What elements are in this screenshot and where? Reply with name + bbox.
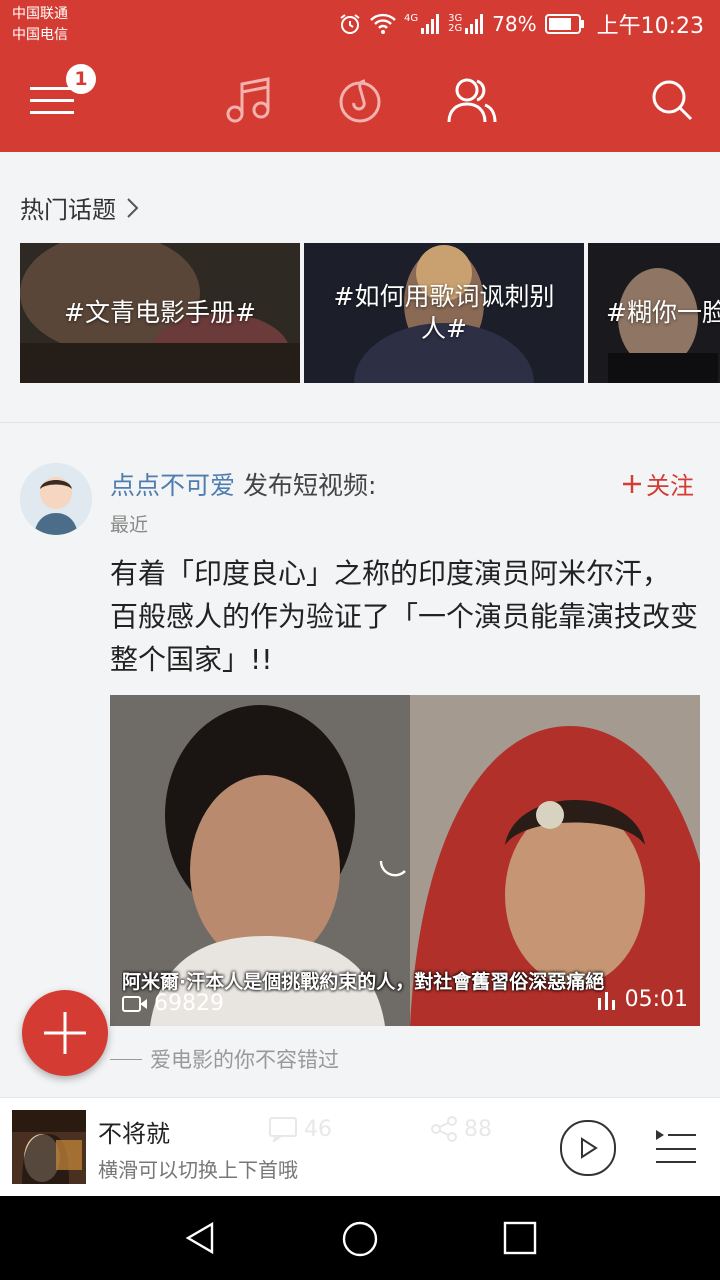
topic-label: #糊你一脸汤: [606, 298, 720, 327]
search-button[interactable]: [644, 72, 700, 128]
tab-discover[interactable]: [332, 72, 388, 128]
album-cover[interactable]: [12, 1110, 86, 1184]
plus-icon: [623, 474, 641, 493]
post-timestamp: 最近: [110, 514, 149, 536]
video-camera-icon: [122, 995, 147, 1012]
app-bar: 中国联通 中国电信 4G 3G 2G 78% 上午10:23 1: [0, 0, 720, 152]
chevron-right-icon: [127, 197, 139, 218]
tab-friends[interactable]: [444, 72, 500, 128]
video-player[interactable]: 阿米爾·汗本人是個挑戰約束的人，對社會舊習俗深惡痛絕 69829 05:01: [110, 695, 700, 1026]
hot-topics-header[interactable]: 热门话题: [20, 190, 140, 225]
mini-player[interactable]: 46 88 不将就 横滑可以切换上下首哦: [0, 1097, 720, 1197]
follow-button[interactable]: 关注: [622, 466, 694, 501]
carrier-info: 中国联通 中国电信: [12, 4, 68, 46]
caption-dash: [110, 1058, 142, 1060]
notification-badge: 1: [66, 64, 96, 94]
ghost-comment-count: 46: [304, 1116, 332, 1142]
loading-spinner-icon: [379, 860, 406, 877]
music-note-icon: [226, 77, 270, 123]
topic-card[interactable]: #如何用歌词讽刺别人#: [304, 243, 584, 383]
menu-icon: [30, 87, 74, 114]
signal-4g-icon: 4G: [404, 14, 440, 34]
video-duration-text: 05:01: [624, 987, 688, 1012]
topic-label: #文青电影手册#: [64, 298, 256, 327]
recents-button[interactable]: [502, 1220, 538, 1260]
ghost-share: 88: [430, 1116, 492, 1142]
netease-music-icon: [339, 79, 381, 123]
network-label-2: 3G 2G: [448, 13, 463, 34]
audio-bars-icon: [597, 991, 615, 1010]
tab-my-music[interactable]: [220, 72, 276, 128]
avatar[interactable]: [20, 463, 92, 535]
alarm-icon: [338, 12, 362, 36]
play-button[interactable]: [560, 1120, 616, 1176]
signal-3g-icon: 3G 2G: [448, 14, 484, 34]
network-label-1: 4G: [404, 13, 419, 24]
video-view-count: 69829: [154, 991, 224, 1016]
comment-icon: [269, 1117, 297, 1142]
status-indicators: 4G 3G 2G 78% 上午10:23: [338, 10, 704, 39]
section-divider: [0, 422, 720, 423]
playlist-icon: [656, 1130, 696, 1163]
post-action: 发布短视频:: [242, 471, 377, 500]
clock: 上午10:23: [596, 14, 704, 39]
carrier-1: 中国联通: [12, 6, 68, 22]
post-username[interactable]: 点点不可爱: [110, 471, 235, 500]
ghost-share-count: 88: [464, 1116, 492, 1142]
topic-card[interactable]: #糊你一脸汤: [588, 243, 720, 383]
hot-topics-title: 热门话题: [20, 196, 116, 224]
post-caption: 爱电影的你不容错过: [110, 1044, 339, 1074]
follow-label: 关注: [646, 472, 694, 500]
friends-icon: [447, 78, 497, 123]
play-icon: [581, 1137, 598, 1159]
back-triangle-icon: [185, 1221, 214, 1255]
caption-text: 爱电影的你不容错过: [150, 1048, 339, 1072]
playlist-button[interactable]: [654, 1126, 696, 1170]
home-circle-icon: [342, 1221, 378, 1257]
search-icon: [652, 80, 693, 121]
topic-label: #如何用歌词讽刺别人#: [333, 282, 555, 343]
back-button[interactable]: [182, 1220, 218, 1260]
carrier-2: 中国电信: [12, 27, 68, 43]
ghost-comment: 46: [268, 1116, 332, 1142]
swipe-hint: 横滑可以切换上下首哦: [98, 1158, 298, 1182]
post-text: 有着「印度良心」之称的印度演员阿米尔汗， 百般感人的作为验证了「一个演员能靠演技…: [110, 557, 699, 676]
system-navigation-bar: [0, 1196, 720, 1280]
home-button[interactable]: [341, 1220, 379, 1262]
video-duration: 05:01: [597, 987, 688, 1012]
topic-card[interactable]: #文青电影手册#: [20, 243, 300, 383]
hot-topics-carousel[interactable]: #文青电影手册# #如何用歌词讽刺别人# #糊你一脸汤: [20, 243, 720, 383]
battery-percent: 78%: [492, 12, 537, 36]
status-bar: 中国联通 中国电信 4G 3G 2G 78% 上午10:23: [0, 0, 720, 48]
plus-icon: [44, 1012, 86, 1054]
song-title: 不将就: [98, 1120, 170, 1148]
wifi-icon: [370, 13, 396, 35]
battery-icon: [544, 14, 585, 34]
post-header: 点点不可爱 发布短视频:: [110, 466, 376, 502]
video-views: 69829: [122, 991, 224, 1016]
create-post-button[interactable]: [22, 990, 108, 1076]
recents-square-icon: [503, 1221, 537, 1255]
share-icon: [431, 1116, 457, 1142]
